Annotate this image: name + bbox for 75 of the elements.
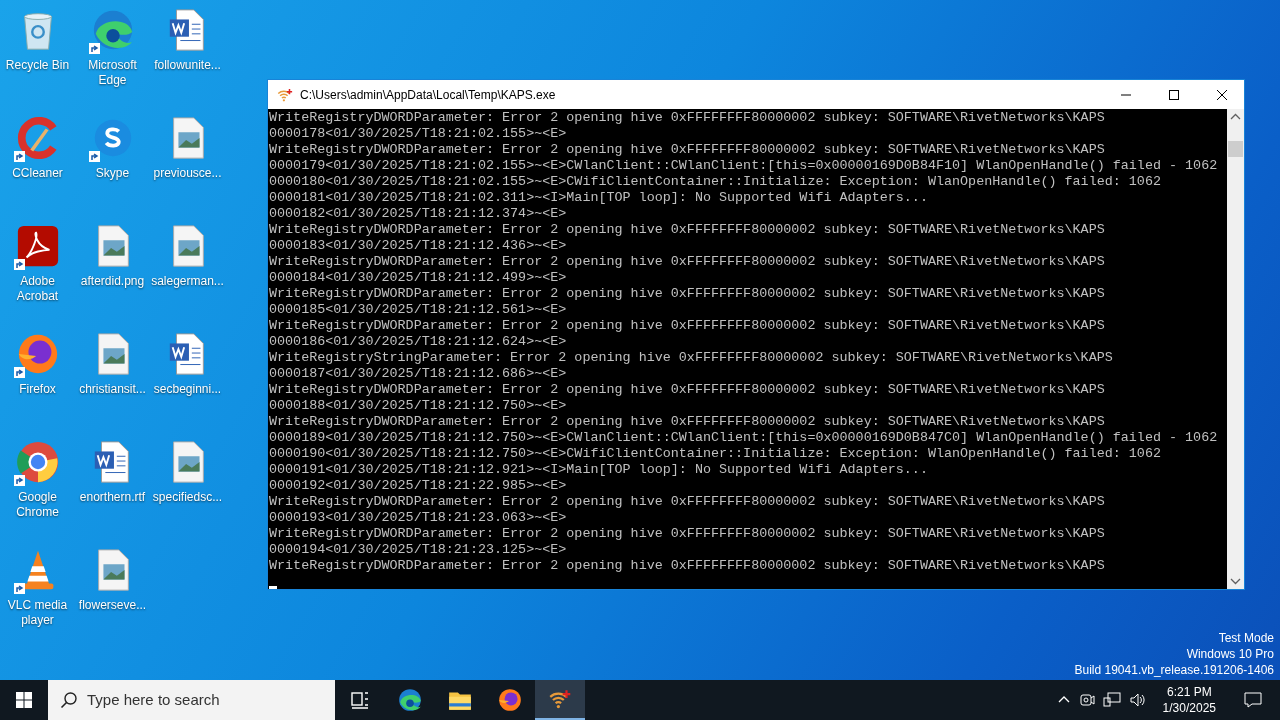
desktop-icon-label[interactable]: CCleaner: [0, 166, 75, 181]
shortcut-arrow-icon: [13, 583, 25, 594]
console-line: WriteRegistryDWORDParameter: Error 2 opening hive 0xFFFFFFFF80000002 subkey: SOFTWARE\RivetNetworks\KAPS: [269, 254, 1105, 270]
system-notice-text: Windows 10 Pro: [1186, 646, 1274, 662]
console-line: WriteRegistryDWORDParameter: Error 2 opening hive 0xFFFFFFFF80000002 subkey: SOFTWARE\RivetNetworks\KAPS: [269, 558, 1105, 574]
desktop-icon-label[interactable]: Adobe Acrobat: [0, 274, 75, 304]
search-input[interactable]: Type here to search: [87, 688, 327, 712]
shortcut-arrow-icon: [13, 367, 25, 378]
console-line: 0000182<01/30/2025/T18:21:12.374>~<E>: [269, 206, 567, 222]
desktop-icon-label[interactable]: Microsoft Edge: [75, 58, 150, 88]
shortcut-arrow-icon: [13, 259, 25, 270]
maximize-icon[interactable]: [1169, 89, 1179, 100]
console-line: 0000186<01/30/2025/T18:21:12.624>~<E>: [269, 334, 567, 350]
search-field[interactable]: Type here to search: [48, 680, 335, 720]
app-icon: [14, 439, 61, 485]
shortcut-arrow-icon: [13, 151, 25, 162]
notification-icon[interactable]: [1244, 692, 1262, 708]
console-line: 0000187<01/30/2025/T18:21:12.686>~<E>: [269, 366, 567, 382]
desktop-icon-label[interactable]: enorthern.rtf: [75, 490, 150, 505]
console-line: 0000179<01/30/2025/T18:21:02.155>~<E>CWlanClient::CWlanClient:[this=0x00000169D0B84F10] WlanOpenHandle() failed - 1062: [269, 158, 1218, 174]
system-notice-text: Build 19041.vb_release.191206-1406: [1074, 662, 1274, 678]
shortcut-arrow-icon: [88, 151, 100, 162]
console-line: WriteRegistryDWORDParameter: Error 2 opening hive 0xFFFFFFFF80000002 subkey: SOFTWARE\RivetNetworks\KAPS: [269, 142, 1105, 158]
console-line: 0000184<01/30/2025/T18:21:12.499>~<E>: [269, 270, 567, 286]
desktop-icon-label[interactable]: christiansit...: [75, 382, 150, 397]
shortcut-arrow-icon: [88, 43, 100, 54]
desktop-icon-label[interactable]: secbeginni...: [150, 382, 225, 397]
close-icon[interactable]: [1217, 89, 1227, 100]
console-line: WriteRegistryDWORDParameter: Error 2 opening hive 0xFFFFFFFF80000002 subkey: SOFTWARE\RivetNetworks\KAPS: [269, 382, 1105, 398]
console-line: 0000194<01/30/2025/T18:21:23.125>~<E>: [269, 542, 567, 558]
console-line: 0000180<01/30/2025/T18:21:02.155>~<E>CWifiClientContainer::Initialize: Exception: WlanOpenHandle() failed: 1062: [269, 174, 1161, 190]
console-line: WriteRegistryDWORDParameter: Error 2 opening hive 0xFFFFFFFF80000002 subkey: SOFTWARE\RivetNetworks\KAPS: [269, 318, 1105, 334]
console-line: 0000191<01/30/2025/T18:21:12.921>~<I>Main[TOP loop]: No Supported Wifi Adapters...: [269, 462, 928, 478]
task-view-icon: [349, 689, 371, 711]
scrollbar-thumb[interactable]: [1228, 141, 1243, 157]
text-cursor: [269, 586, 277, 589]
console-line: 0000192<01/30/2025/T18:21:22.985>~<E>: [269, 478, 567, 494]
window-title: C:\Users\admin\AppData\Local\Temp\KAPS.exe: [300, 86, 557, 104]
desktop-icon-label[interactable]: Skype: [75, 166, 150, 181]
desktop-icon-label[interactable]: previousce...: [150, 166, 225, 181]
desktop-icon-label[interactable]: flowerseve...: [75, 598, 150, 613]
app-icon: [497, 687, 523, 713]
desktop-icon-label[interactable]: specifiedsc...: [150, 490, 225, 505]
console-line: WriteRegistryDWORDParameter: Error 2 opening hive 0xFFFFFFFF80000002 subkey: SOFTWARE\RivetNetworks\KAPS: [269, 494, 1105, 510]
camera-icon[interactable]: [1078, 692, 1095, 708]
scrollbar[interactable]: [1227, 109, 1244, 589]
console-line: 0000188<01/30/2025/T18:21:12.750>~<E>: [269, 398, 567, 414]
desktop-icon-label[interactable]: Firefox: [0, 382, 75, 397]
console-line: 0000185<01/30/2025/T18:21:12.561>~<E>: [269, 302, 567, 318]
console-line: 0000189<01/30/2025/T18:21:12.750>~<E>CWlanClient::CWlanClient:[this=0x00000169D0B847C0] WlanOpenHandle() failed - 1062: [269, 430, 1218, 446]
console-line: WriteRegistryDWORDParameter: Error 2 opening hive 0xFFFFFFFF80000002 subkey: SOFTWARE\RivetNetworks\KAPS: [269, 286, 1105, 302]
windows-logo-icon: [16, 692, 32, 708]
console-line: 0000193<01/30/2025/T18:21:23.063>~<E>: [269, 510, 567, 526]
search-icon: [60, 691, 78, 709]
app-icon: [397, 687, 423, 713]
desktop-icon-label[interactable]: salegerman...: [150, 274, 225, 289]
console-line: 0000181<01/30/2025/T18:21:02.311>~<I>Main[TOP loop]: No Supported Wifi Adapters...: [269, 190, 928, 206]
system-notice-text: Test Mode: [1218, 630, 1274, 646]
console-line: WriteRegistryDWORDParameter: Error 2 opening hive 0xFFFFFFFF80000002 subkey: SOFTWARE\RivetNetworks\KAPS: [269, 110, 1105, 126]
console-line: WriteRegistryDWORDParameter: Error 2 opening hive 0xFFFFFFFF80000002 subkey: SOFTWARE\RivetNetworks\KAPS: [269, 526, 1105, 542]
network-icon[interactable]: [1102, 692, 1121, 708]
clock[interactable]: 6:21 PM 1/30/2025: [1154, 684, 1224, 716]
console-line: WriteRegistryDWORDParameter: Error 2 opening hive 0xFFFFFFFF80000002 subkey: SOFTWARE\RivetNetworks\KAPS: [269, 414, 1105, 430]
console-line: WriteRegistryDWORDParameter: Error 2 opening hive 0xFFFFFFFF80000002 subkey: SOFTWARE\RivetNetworks\KAPS: [269, 222, 1105, 238]
desktop-icon-label[interactable]: followunite...: [150, 58, 225, 73]
desktop-icon-label[interactable]: VLC media player: [0, 598, 75, 628]
volume-icon[interactable]: [1128, 692, 1147, 708]
console-line: WriteRegistryStringParameter: Error 2 opening hive 0xFFFFFFFF80000002 subkey: SOFTWARE\RivetNetworks\KAPS: [269, 350, 1113, 366]
desktop-icon-label[interactable]: Recycle Bin: [0, 58, 75, 73]
desktop-icon-label[interactable]: Google Chrome: [0, 490, 75, 520]
console-line: 0000178<01/30/2025/T18:21:02.155>~<E>: [269, 126, 567, 142]
shortcut-arrow-icon: [13, 475, 25, 486]
console-line: 0000190<01/30/2025/T18:21:12.750>~<E>CWifiClientContainer::Initialize: Exception: WlanOpenHandle() failed: 1062: [269, 446, 1161, 462]
console-line: 0000183<01/30/2025/T18:21:12.436>~<E>: [269, 238, 567, 254]
desktop-icon-label[interactable]: afterdid.png: [75, 274, 150, 289]
